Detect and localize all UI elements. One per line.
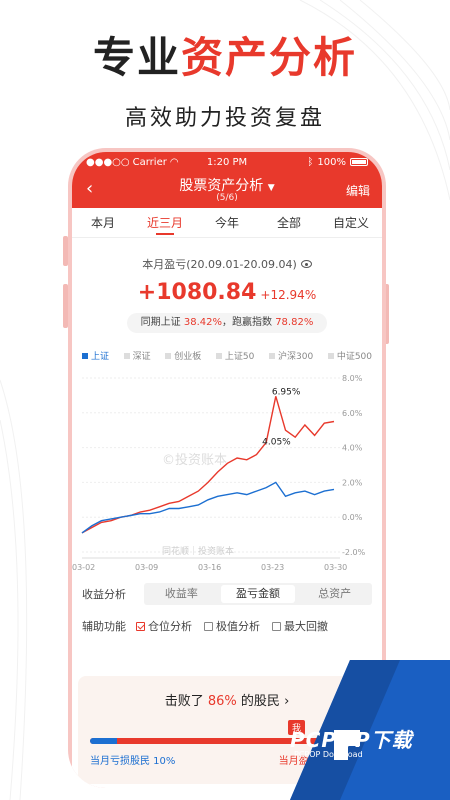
checkbox-label: 极值分析 xyxy=(216,620,260,633)
tab-this-year[interactable]: 今年 xyxy=(196,208,258,237)
y-tick-label: -2.0% xyxy=(342,548,366,557)
headline-dark: 专业 xyxy=(92,33,181,82)
legend-swatch xyxy=(82,352,88,359)
checkbox-icon xyxy=(204,621,213,631)
checkbox-icon xyxy=(136,621,145,631)
beat-value: 86% xyxy=(207,694,237,709)
battery-icon xyxy=(350,158,368,166)
profit-amount: +1080.84 xyxy=(137,280,257,305)
status-bar: ●●●○○ Carrier ◠ 1:20 PM ᛒ 100% xyxy=(72,152,382,172)
x-tick-label: 03-16 xyxy=(198,563,221,572)
summary-value: +1080.84 +12.94% xyxy=(72,280,382,305)
profit-percent: +12.94% xyxy=(260,288,317,302)
eye-icon[interactable] xyxy=(300,260,312,268)
legend-label: 上证 xyxy=(91,352,110,362)
summary-label-text: 本月盈亏(20.09.01-20.09.04) xyxy=(142,258,297,271)
compare-prefix: 同期上证 xyxy=(140,317,181,328)
tab-this-month[interactable]: 本月 xyxy=(72,208,134,237)
checkbox-extreme-analysis[interactable]: 极值分析 xyxy=(204,618,260,634)
index-compare-pill: 同期上证 38.42%，跑赢指数 78.82% xyxy=(127,313,327,333)
y-tick-label: 8.0% xyxy=(342,374,363,383)
checkbox-icon xyxy=(272,621,281,631)
nav-subtitle: (5/6) xyxy=(216,193,238,203)
legend-label: 上证50 xyxy=(224,352,255,362)
tab-custom[interactable]: 自定义 xyxy=(320,208,382,237)
profit-chart[interactable]: 8.0% 6.0% 4.0% 2.0% 0.0% -2.0% 03-02 03-09 03-16… xyxy=(72,364,382,578)
nav-bar: ‹ 股票资产分析 ▼ (5/6) 编辑 xyxy=(72,172,382,208)
series-end-label: 6.95% xyxy=(272,387,301,397)
loss-label: 当月亏损股民 10% xyxy=(90,756,176,767)
nav-title[interactable]: 股票资产分析 ▼ xyxy=(72,175,382,195)
legend-label: 深证 xyxy=(132,352,151,362)
compare-beat: 78.82% xyxy=(275,317,314,328)
chart-watermark: ©投资账本 xyxy=(162,452,227,468)
legend-item-sz50[interactable]: 上证50 xyxy=(215,349,255,362)
promo-subline: 高效助力投资复盘 xyxy=(124,106,325,131)
chart-watermark-bottom: 同花顺｜投资账本 xyxy=(162,545,234,557)
segment-return-rate[interactable]: 收益率 xyxy=(144,583,219,605)
y-tick-label: 2.0% xyxy=(342,478,363,487)
legend-item-zz500[interactable]: 中证500 xyxy=(327,349,372,362)
legend-item-hs300[interactable]: 沪深300 xyxy=(269,349,313,362)
beat-prefix: 击败了 xyxy=(164,694,204,709)
segment-total-assets[interactable]: 总资产 xyxy=(297,583,372,605)
promo-headline: 专业资产分析 xyxy=(0,24,450,85)
legend-item-sz[interactable]: 深证 xyxy=(123,349,151,362)
edit-button[interactable]: 编辑 xyxy=(346,182,370,199)
compare-mid: ，跑赢指数 xyxy=(222,317,272,328)
ratio-bar-loss xyxy=(90,738,118,744)
summary-label: 本月盈亏(20.09.01-20.09.04) xyxy=(72,256,382,272)
x-tick-label: 03-23 xyxy=(261,563,284,572)
analysis-segment: 收益率 盈亏金额 总资产 xyxy=(144,583,372,605)
period-tabs: 本月 近三月 今年 全部 自定义 xyxy=(72,208,382,238)
tab-all[interactable]: 全部 xyxy=(258,208,320,237)
legend-swatch xyxy=(269,352,275,359)
legend-label: 沪深300 xyxy=(278,352,314,362)
analysis-segment-row: 收益分析 收益率 盈亏金额 总资产 xyxy=(72,582,382,606)
status-time: 1:20 PM xyxy=(206,156,248,168)
x-tick-label: 03-09 xyxy=(135,563,158,572)
caret-down-icon: ▼ xyxy=(267,183,275,193)
checkbox-label: 仓位分析 xyxy=(148,620,192,633)
checkbox-label: 最大回撤 xyxy=(284,620,328,633)
index-legend: 上证 深证 创业板 上证50 沪深300 中证500 xyxy=(72,349,382,362)
legend-swatch xyxy=(327,352,334,359)
watermark-sub: PCPOP Download xyxy=(294,750,363,759)
x-tick-label: 03-30 xyxy=(324,563,347,572)
segment-profit-amount[interactable]: 盈亏金额 xyxy=(220,585,296,603)
headline-red: 资产分析 xyxy=(181,33,358,82)
chevron-right-icon: › xyxy=(284,694,290,709)
y-tick-label: 0.0% xyxy=(342,513,363,522)
series-line-index xyxy=(81,481,335,534)
checkbox-max-drawdown[interactable]: 最大回撤 xyxy=(272,618,328,634)
beat-suffix: 的股民 xyxy=(240,694,280,709)
series-end-label: 4.05% xyxy=(262,438,291,448)
y-tick-label: 6.0% xyxy=(342,409,363,418)
profit-chart-svg: 8.0% 6.0% 4.0% 2.0% 0.0% -2.0% 03-02 03-09 03-16… xyxy=(72,374,366,572)
watermark-brand: PCPOP下载 xyxy=(290,728,413,752)
checkbox-position-analysis[interactable]: 仓位分析 xyxy=(136,618,192,634)
legend-item-cyb[interactable]: 创业板 xyxy=(165,349,201,362)
legend-swatch xyxy=(123,352,130,359)
compare-value: 38.42% xyxy=(183,317,222,328)
legend-label: 中证500 xyxy=(336,352,372,362)
nav-title-text: 股票资产分析 xyxy=(179,178,264,194)
aux-label: 辅助功能 xyxy=(82,620,126,633)
segment-label: 收益分析 xyxy=(82,588,126,601)
legend-label: 创业板 xyxy=(174,352,202,362)
y-tick-label: 4.0% xyxy=(342,444,363,453)
legend-swatch xyxy=(165,352,172,359)
aux-functions-row: 辅助功能 仓位分析 极值分析 最大回撤 xyxy=(72,618,382,634)
x-tick-label: 03-02 xyxy=(72,563,95,572)
legend-swatch xyxy=(215,352,222,359)
tab-last-three-months[interactable]: 近三月 xyxy=(134,208,196,237)
legend-item-sh[interactable]: 上证 xyxy=(82,349,109,362)
